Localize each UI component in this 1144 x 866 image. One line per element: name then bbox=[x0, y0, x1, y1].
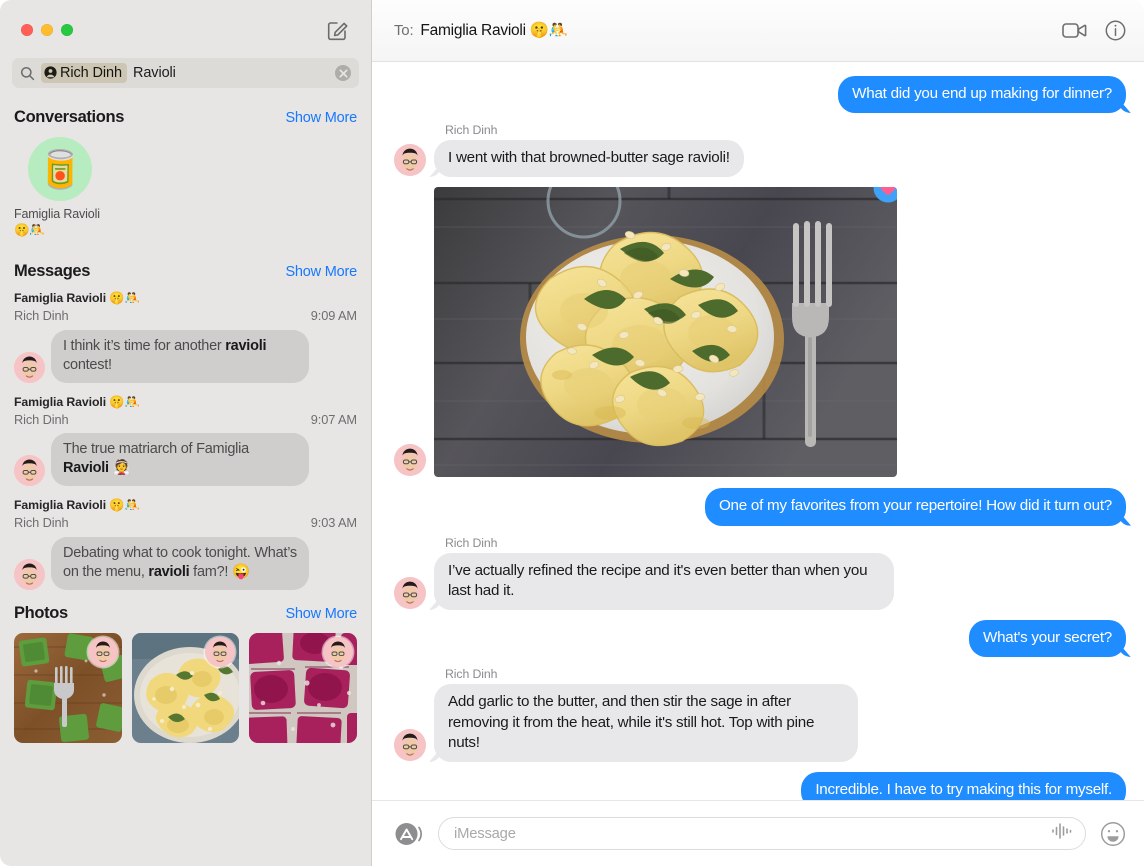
search-query-text[interactable]: Ravioli bbox=[133, 65, 176, 81]
message-bubble-outgoing[interactable]: One of my favorites from your repertoire… bbox=[704, 488, 1126, 526]
message-result-sender: Rich Dinh bbox=[14, 411, 69, 427]
photo-results bbox=[0, 632, 371, 743]
message-result-meta: Rich Dinh 9:03 AM bbox=[14, 514, 357, 531]
message-result-sender: Rich Dinh bbox=[14, 515, 69, 531]
message-row: What's your secret? bbox=[394, 620, 1126, 658]
message-result-snippet: Debating what to cook tonight. What’s on… bbox=[51, 536, 309, 590]
conversation-pane: To: Famiglia Ravioli 🤫🤼 What did you end… bbox=[372, 0, 1144, 866]
avatar bbox=[14, 351, 45, 383]
avatar bbox=[14, 558, 45, 590]
message-row: One of my favorites from your repertoire… bbox=[394, 488, 1126, 526]
photo-sender-avatar bbox=[87, 636, 118, 667]
message-result-snippet: The true matriarch of Famiglia Ravioli 👰 bbox=[51, 433, 309, 487]
messages-window: Rich Dinh Ravioli Conversations Show Mor… bbox=[0, 0, 1144, 866]
message-row: Rich Dinh Add garlic to the butter, and … bbox=[394, 667, 1126, 762]
show-more-messages[interactable]: Show More bbox=[285, 264, 357, 280]
zoom-button[interactable] bbox=[61, 24, 73, 36]
photo-thumbnail[interactable] bbox=[14, 632, 122, 743]
search-area: Rich Dinh Ravioli bbox=[0, 58, 371, 88]
show-more-photos[interactable]: Show More bbox=[285, 606, 357, 622]
message-bubble-outgoing[interactable]: What's your secret? bbox=[969, 620, 1126, 658]
message-row: What did you end up making for dinner? bbox=[394, 76, 1126, 114]
titlebar bbox=[0, 0, 371, 58]
message-sender-name: Rich Dinh bbox=[445, 667, 498, 682]
close-button[interactable] bbox=[21, 24, 33, 36]
message-result-conversation: Famiglia Ravioli 🤫🤼 bbox=[14, 498, 140, 513]
avatar bbox=[394, 728, 426, 761]
clear-icon[interactable] bbox=[335, 65, 351, 81]
message-result-snippet: I think it’s time for another ravioli co… bbox=[51, 329, 309, 383]
message-bubble-incoming[interactable]: Add garlic to the butter, and then stir … bbox=[434, 684, 858, 762]
message-row: Incredible. I have to try making this fo… bbox=[394, 771, 1126, 800]
message-results-list: Famiglia Ravioli 🤫🤼 Rich Dinh 9:09 AM I thi… bbox=[0, 291, 371, 590]
message-result-time: 9:07 AM bbox=[310, 411, 357, 427]
person-circle-icon bbox=[44, 66, 57, 79]
message-row-attachment bbox=[394, 187, 1126, 478]
message-bubble-incoming[interactable]: I’ve actually refined the recipe and it'… bbox=[434, 552, 894, 611]
message-result-conversation: Famiglia Ravioli 🤫🤼 bbox=[14, 394, 140, 409]
message-input-field[interactable]: iMessage bbox=[438, 817, 1086, 850]
message-image-attachment[interactable] bbox=[434, 187, 897, 478]
photo-sender-avatar bbox=[205, 636, 236, 667]
avatar bbox=[394, 577, 426, 610]
message-result-body: The true matriarch of Famiglia Ravioli 👰 bbox=[14, 433, 357, 487]
message-bubble-outgoing[interactable]: Incredible. I have to try making this fo… bbox=[801, 771, 1126, 800]
message-result-item[interactable]: Famiglia Ravioli 🤫🤼 Rich Dinh 9:07 AM The t… bbox=[0, 395, 371, 487]
conversation-name: Famiglia Ravioli 🤫🤼 bbox=[14, 207, 100, 237]
message-result-time: 9:09 AM bbox=[310, 308, 357, 324]
header-actions bbox=[1062, 20, 1126, 41]
to-label: To: bbox=[394, 22, 414, 39]
photo-sender-avatar bbox=[323, 636, 354, 667]
smiley-face-icon[interactable] bbox=[1100, 821, 1126, 847]
message-result-item[interactable]: Famiglia Ravioli 🤫🤼 Rich Dinh 9:03 AM Debat… bbox=[0, 498, 371, 590]
search-field[interactable]: Rich Dinh Ravioli bbox=[12, 58, 359, 88]
message-result-body: I think it’s time for another ravioli co… bbox=[14, 329, 357, 383]
app-store-icon[interactable] bbox=[392, 818, 424, 850]
message-composer: iMessage bbox=[372, 800, 1144, 866]
section-title-photos: Photos bbox=[14, 603, 68, 622]
minimize-button[interactable] bbox=[41, 24, 53, 36]
search-token-label: Rich Dinh bbox=[60, 64, 122, 81]
photo-thumbnail[interactable] bbox=[131, 632, 240, 743]
compose-icon[interactable] bbox=[325, 17, 351, 43]
avatar bbox=[394, 444, 426, 477]
message-thread[interactable]: What did you end up making for dinner? R… bbox=[372, 62, 1144, 800]
section-title-messages: Messages bbox=[14, 262, 91, 281]
message-result-body: Debating what to cook tonight. What’s on… bbox=[14, 536, 357, 590]
sidebar: Rich Dinh Ravioli Conversations Show Mor… bbox=[0, 0, 372, 866]
section-header-conversations: Conversations Show More bbox=[0, 108, 371, 127]
video-camera-icon[interactable] bbox=[1062, 21, 1087, 40]
message-input-placeholder: iMessage bbox=[454, 825, 516, 842]
info-circle-icon[interactable] bbox=[1105, 20, 1126, 41]
message-bubble-outgoing[interactable]: What did you end up making for dinner? bbox=[838, 76, 1126, 114]
conversation-avatar: 🥫 bbox=[28, 137, 92, 201]
message-result-meta: Rich Dinh 9:09 AM bbox=[14, 307, 357, 324]
section-header-photos: Photos Show More bbox=[0, 604, 371, 623]
audio-waveform-icon[interactable] bbox=[1051, 822, 1073, 845]
search-icon bbox=[20, 66, 35, 81]
show-more-conversations[interactable]: Show More bbox=[285, 110, 357, 126]
message-sender-name: Rich Dinh bbox=[445, 535, 498, 550]
tapback-heart-reaction[interactable] bbox=[871, 187, 897, 211]
conversations-results: 🥫 Famiglia Ravioli 🤫🤼 bbox=[0, 137, 371, 238]
message-sender-name: Rich Dinh bbox=[445, 123, 498, 138]
avatar bbox=[14, 455, 45, 487]
conversation-result-item[interactable]: 🥫 Famiglia Ravioli 🤫🤼 bbox=[14, 137, 106, 238]
message-row: Rich Dinh I’ve actually refined the reci… bbox=[394, 535, 1126, 611]
photo-thumbnail[interactable] bbox=[249, 632, 358, 743]
message-result-time: 9:03 AM bbox=[310, 515, 357, 531]
message-result-meta: Rich Dinh 9:07 AM bbox=[14, 411, 357, 428]
message-result-conversation: Famiglia Ravioli 🤫🤼 bbox=[14, 291, 140, 306]
search-token-contact[interactable]: Rich Dinh bbox=[41, 63, 127, 83]
conversation-header: To: Famiglia Ravioli 🤫🤼 bbox=[372, 0, 1144, 62]
avatar bbox=[394, 144, 426, 177]
conversation-title[interactable]: Famiglia Ravioli 🤫🤼 bbox=[420, 21, 568, 40]
message-row: Rich Dinh I went with that browned-butte… bbox=[394, 123, 1126, 178]
message-result-sender: Rich Dinh bbox=[14, 308, 69, 324]
message-result-item[interactable]: Famiglia Ravioli 🤫🤼 Rich Dinh 9:09 AM I thi… bbox=[0, 291, 371, 383]
section-header-messages: Messages Show More bbox=[0, 262, 371, 281]
message-bubble-incoming[interactable]: I went with that browned-butter sage rav… bbox=[434, 140, 744, 178]
section-title-conversations: Conversations bbox=[14, 108, 125, 126]
traffic-lights bbox=[21, 24, 73, 36]
